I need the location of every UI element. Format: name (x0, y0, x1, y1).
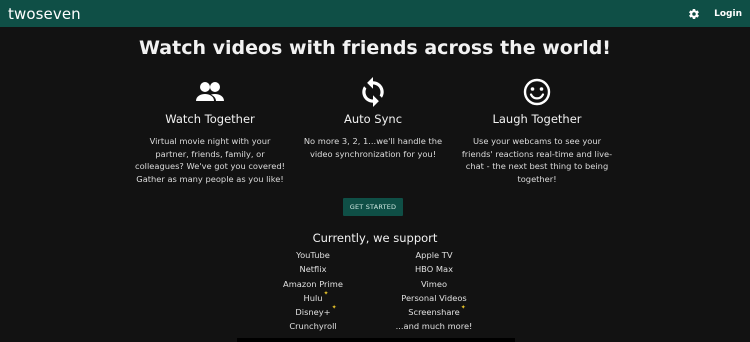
get-started-button[interactable]: GET STARTED (343, 198, 403, 216)
list-item: Vimeo (420, 278, 448, 289)
feature-laugh-together: Laugh Together Use your webcams to see y… (457, 76, 617, 185)
gear-icon[interactable] (688, 8, 700, 20)
supported-list-left: YouTube Netflix Amazon Prime Hulu ✦ Disne… (258, 248, 368, 334)
sync-icon (360, 77, 386, 107)
supported-list-right: Apple TV HBO Max Vimeo Personal Videos S… (379, 248, 489, 334)
feature-description: Virtual movie night with your partner, f… (135, 136, 285, 184)
list-item: Disney+ ✦ (258, 304, 368, 319)
list-item: Amazon Prime (283, 278, 343, 289)
top-navbar: twoseven Login (0, 0, 750, 27)
list-item: Netflix (299, 264, 327, 275)
list-item: ...and much more! (395, 321, 473, 332)
brand-logo[interactable]: twoseven (8, 5, 81, 23)
list-item: Apple TV (415, 250, 453, 260)
sparkle-icon: ✦ (331, 304, 337, 312)
list-item: Crunchyroll (289, 321, 337, 332)
bottom-panel-edge (237, 338, 515, 342)
sparkle-icon: ✦ (323, 289, 329, 297)
feature-title: Laugh Together (492, 112, 582, 126)
list-item: YouTube (296, 250, 330, 260)
login-link[interactable]: Login (714, 9, 742, 19)
feature-description: Use your webcams to see your friends' re… (461, 136, 613, 184)
feature-auto-sync: Auto Sync No more 3, 2, 1...we'll handle… (293, 76, 453, 160)
nav-right: Login (688, 8, 742, 20)
list-item: Hulu ✦ (258, 290, 368, 305)
feature-title: Watch Together (165, 112, 255, 126)
feature-title: Auto Sync (343, 112, 403, 126)
page-headline: Watch videos with friends across the wor… (139, 37, 611, 59)
sparkle-icon: ✦ (460, 304, 466, 312)
list-item: Screenshare ✦ (379, 304, 489, 319)
feature-watch-together: Watch Together Virtual movie night with … (130, 76, 290, 185)
list-item: Personal Videos (401, 292, 467, 303)
list-item: HBO Max (414, 264, 454, 275)
support-title: Currently, we support (312, 231, 438, 245)
smiley-icon (523, 78, 551, 106)
feature-description: No more 3, 2, 1...we'll handle the video… (303, 136, 443, 159)
people-icon (195, 80, 225, 104)
